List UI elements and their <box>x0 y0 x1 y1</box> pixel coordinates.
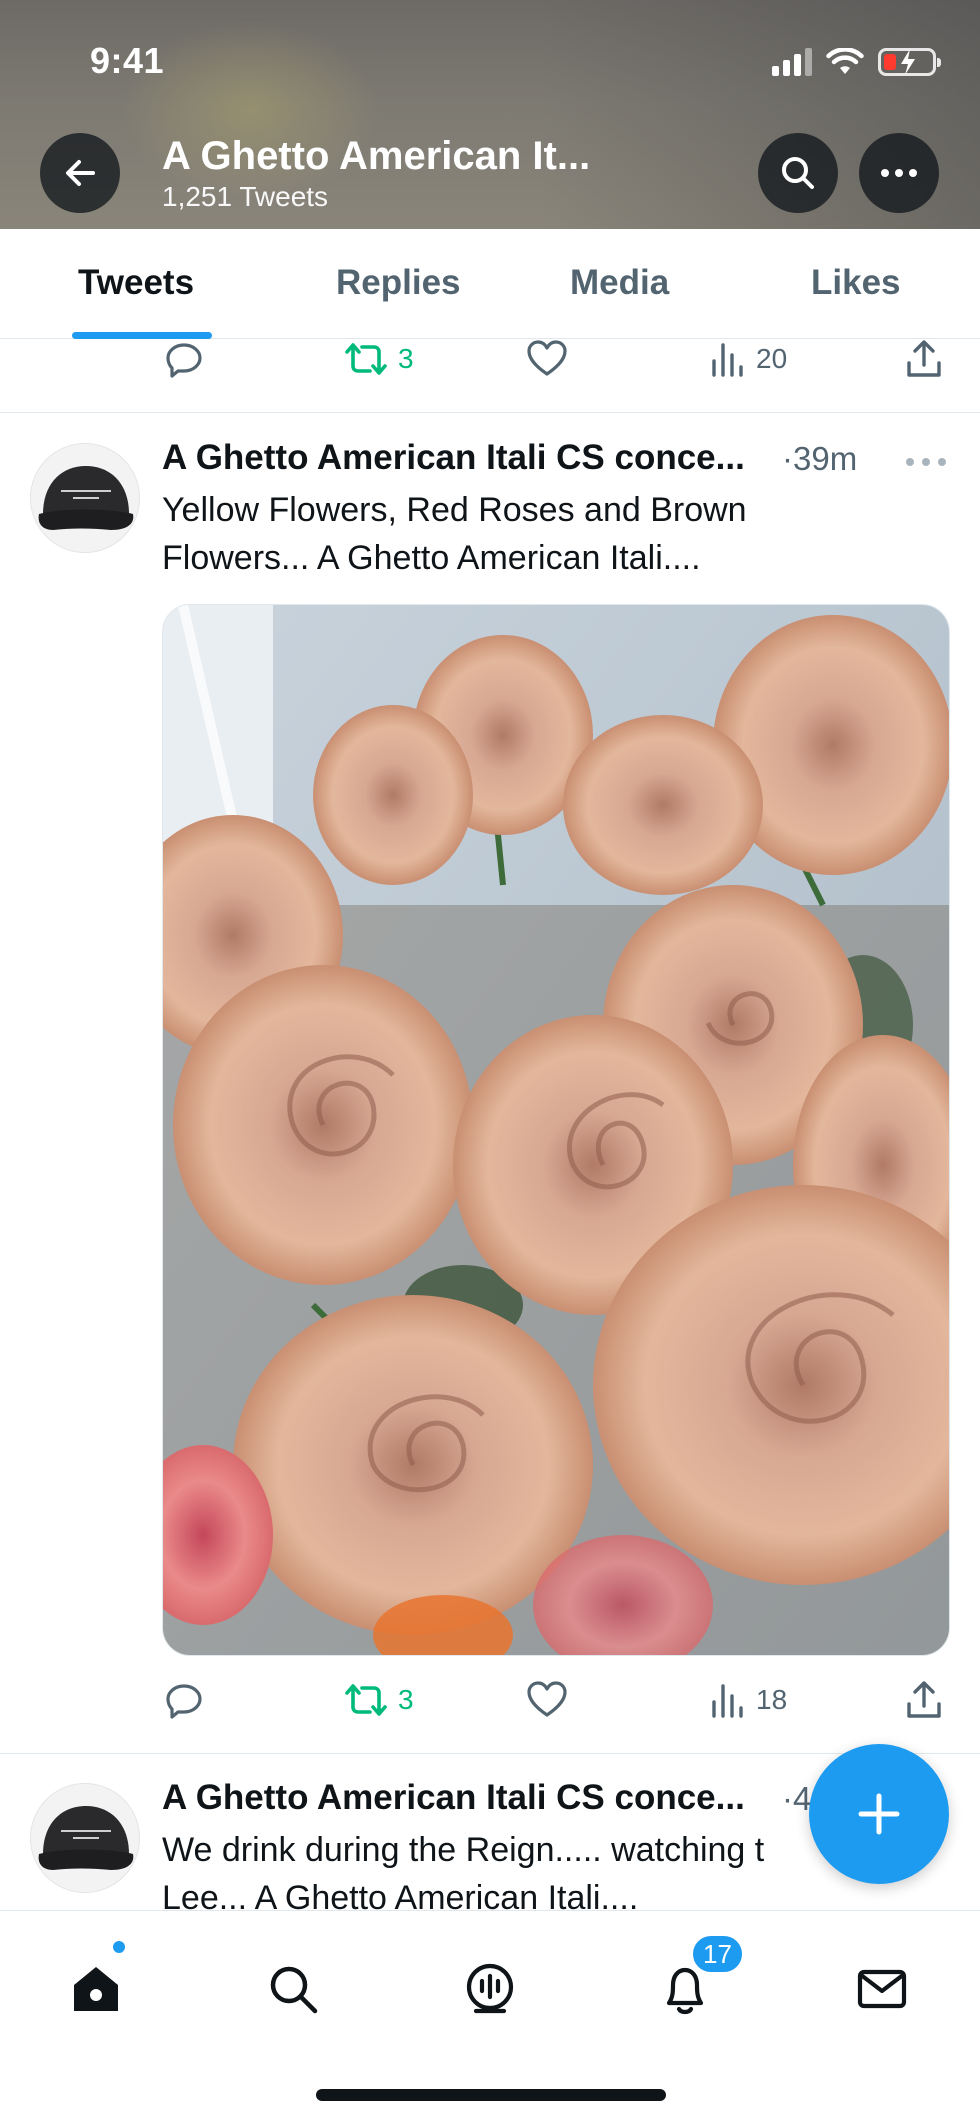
tweet-media-image[interactable] <box>162 604 950 1656</box>
cellular-signal-icon <box>772 48 812 76</box>
retweet-button[interactable]: 3 <box>344 329 414 389</box>
views-count: 20 <box>756 343 788 374</box>
status-time: 9:41 <box>90 40 165 81</box>
tweet-author-name[interactable]: A Ghetto American Itali CS conce... <box>162 438 745 478</box>
nav-messages[interactable] <box>842 1949 922 2029</box>
reply-button[interactable] <box>164 329 204 389</box>
tweet-text-line-1: We drink during the Reign..... watching … <box>162 1831 765 1869</box>
tweet-timestamp: ·39m <box>782 440 858 477</box>
like-button[interactable] <box>526 329 568 389</box>
tweet-author-name[interactable]: A Ghetto American Itali CS conce... <box>162 1778 745 1818</box>
previous-tweet-actions: 3 20 <box>0 329 980 389</box>
notifications-badge: 17 <box>690 1933 745 1975</box>
search-icon <box>782 157 814 189</box>
battery-icon <box>878 48 941 76</box>
home-icon <box>74 1967 118 2011</box>
plus-icon <box>858 1793 900 1835</box>
tweet-divider <box>0 1753 980 1754</box>
share-button[interactable] <box>905 329 943 389</box>
views-count: 18 <box>756 1684 788 1715</box>
retweet-icon <box>345 343 387 375</box>
cap-logo-icon <box>31 1784 139 1892</box>
views-chart-icon <box>712 343 743 377</box>
tweet-actions: 3 18 <box>0 1670 980 1730</box>
tweet-text-line-1: Yellow Flowers, Red Roses and Brown <box>162 491 747 529</box>
more-options-button[interactable] <box>859 133 939 213</box>
home-notification-dot <box>111 1939 127 1955</box>
avatar[interactable] <box>30 1783 140 1893</box>
compose-tweet-button[interactable] <box>809 1744 949 1884</box>
tweet-text-line-2: Flowers... A Ghetto American Itali.... <box>162 539 701 577</box>
arrow-left-icon <box>66 160 95 186</box>
retweet-button[interactable]: 3 <box>344 1670 414 1730</box>
profile-tabs: Tweets Replies Media Likes <box>0 229 980 339</box>
tab-media[interactable]: Media <box>570 263 669 303</box>
nav-search[interactable] <box>253 1949 333 2029</box>
tweet-timestamp: ·4 <box>782 1780 812 1817</box>
tweet-count: 1,251 Tweets <box>162 181 329 212</box>
status-icons <box>772 44 941 80</box>
search-icon <box>270 1966 318 2014</box>
back-button[interactable] <box>40 133 120 213</box>
reply-icon <box>166 343 202 378</box>
profile-header: 9:41 A Ghetto American It... 1,251 Tweet… <box>0 0 980 229</box>
tweet-divider <box>0 412 980 413</box>
tab-likes[interactable]: Likes <box>811 263 901 303</box>
share-button[interactable] <box>905 1670 943 1730</box>
tab-replies[interactable]: Replies <box>336 263 461 303</box>
like-button[interactable] <box>526 1670 568 1730</box>
retweet-count: 3 <box>398 343 414 374</box>
roses-photo <box>163 605 949 1655</box>
share-icon <box>907 1681 941 1718</box>
views-chart-icon <box>712 1684 743 1718</box>
tab-tweets[interactable]: Tweets <box>78 263 194 303</box>
avatar[interactable] <box>30 443 140 553</box>
search-button[interactable] <box>758 133 838 213</box>
wifi-icon <box>826 48 864 74</box>
spaces-icon <box>466 1963 514 2014</box>
heart-icon <box>527 340 567 376</box>
share-icon <box>907 340 941 377</box>
tweet-more-button[interactable] <box>906 452 946 472</box>
views-button[interactable]: 20 <box>710 329 787 389</box>
nav-spaces[interactable] <box>450 1949 530 2029</box>
messages-icon <box>857 1969 907 2009</box>
profile-title: A Ghetto American It... <box>162 134 591 178</box>
more-horizontal-icon <box>881 169 917 177</box>
home-indicator <box>316 2089 666 2101</box>
reply-icon <box>166 1684 202 1719</box>
cap-logo-icon <box>31 444 139 552</box>
nav-home[interactable] <box>56 1949 136 2029</box>
retweet-icon <box>345 1684 387 1716</box>
heart-icon <box>527 1681 567 1717</box>
views-button[interactable]: 18 <box>710 1670 787 1730</box>
reply-button[interactable] <box>164 1670 204 1730</box>
retweet-count: 3 <box>398 1684 414 1715</box>
